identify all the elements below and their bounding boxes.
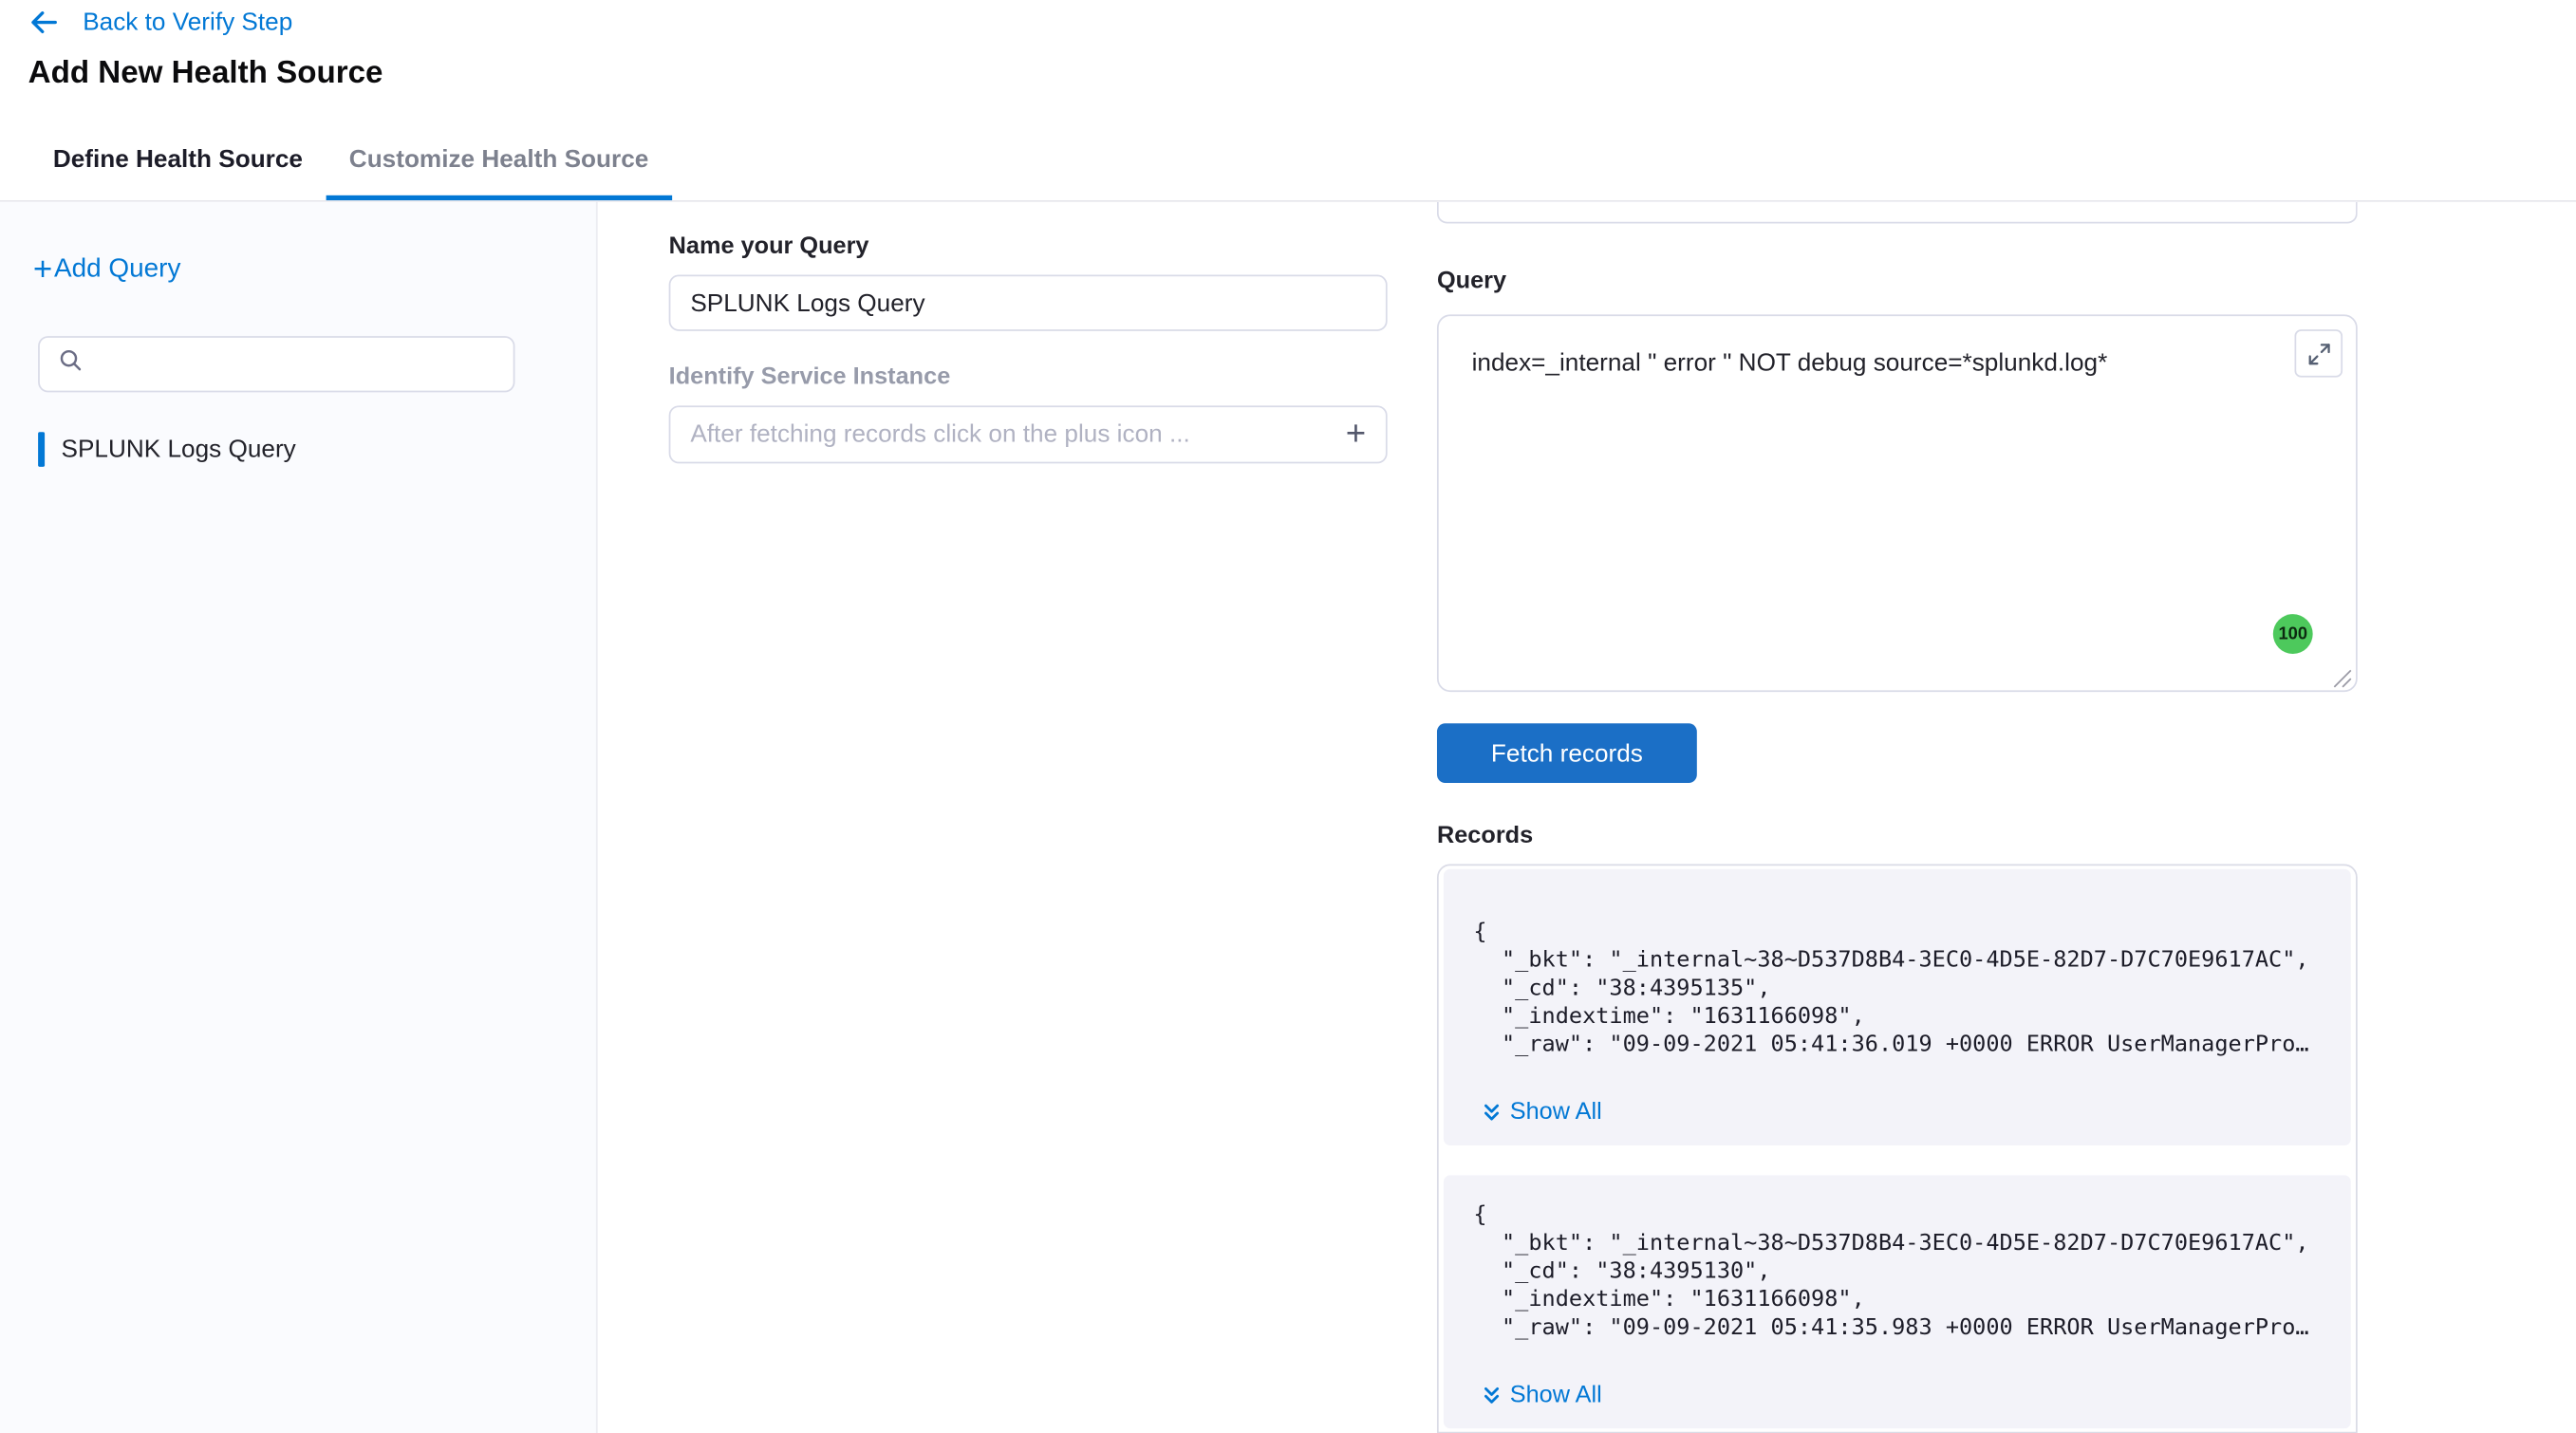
add-query-button[interactable]: + Add Query <box>33 253 181 287</box>
show-all-link[interactable]: Show All <box>1482 1099 2351 1126</box>
page-header: Back to Verify Step Add New Health Sourc… <box>0 0 2576 124</box>
show-all-link[interactable]: Show All <box>1482 1382 2351 1408</box>
json-line: "_cd": "38:4395130", <box>1444 1258 2351 1287</box>
app-window: Back to Verify Step Add New Health Sourc… <box>0 0 2576 1433</box>
add-query-label: Add Query <box>54 255 180 285</box>
back-to-verify[interactable]: Back to Verify Step <box>29 9 292 37</box>
back-arrow-icon[interactable] <box>29 9 58 37</box>
back-link[interactable]: Back to Verify Step <box>83 9 292 37</box>
double-chevron-down-icon <box>1482 1386 1502 1405</box>
record-json: { "_bkt": "_internal~38~D537D8B4-3EC0-4D… <box>1444 919 2351 1059</box>
fetch-records-button[interactable]: Fetch records <box>1437 723 1697 783</box>
tab-customize-health-source[interactable]: Customize Health Source <box>326 124 671 200</box>
json-line: "_cd": "38:4395135", <box>1444 975 2351 1003</box>
query-input[interactable]: index=_internal " error " NOT debug sour… <box>1472 347 2273 381</box>
records-label: Records <box>1437 823 1533 849</box>
selected-indicator <box>38 432 45 467</box>
tab-bar: Define Health Source Customize Health So… <box>0 124 2576 202</box>
show-all-label: Show All <box>1510 1382 1602 1408</box>
query-search <box>38 336 514 392</box>
add-health-source-page: Back to Verify Step Add New Health Sourc… <box>0 0 2576 1433</box>
add-service-instance-icon[interactable]: + <box>1336 418 1386 453</box>
plus-icon: + <box>33 253 52 287</box>
query-editor: index=_internal " error " NOT debug sour… <box>1437 314 2358 692</box>
record-json: { "_bkt": "_internal~38~D537D8B4-3EC0-4D… <box>1444 1201 2351 1342</box>
service-instance-field: + <box>669 405 1388 463</box>
sidebar-item-label: SPLUNK Logs Query <box>62 436 296 464</box>
records-panel: { "_bkt": "_internal~38~D537D8B4-3EC0-4D… <box>1437 864 2358 1433</box>
content-area: + Add Query SPLUNK Logs Query <box>0 202 2576 1433</box>
show-all-label: Show All <box>1510 1099 1602 1126</box>
record-card: { "_bkt": "_internal~38~D537D8B4-3EC0-4D… <box>1444 1175 2351 1428</box>
record-count-badge: 100 <box>2273 614 2313 654</box>
double-chevron-down-icon <box>1482 1103 1502 1123</box>
service-instance-input[interactable] <box>670 420 1335 449</box>
json-line: "_raw": "09-09-2021 05:41:35.983 +0000 E… <box>1444 1314 2351 1343</box>
page-title: Add New Health Source <box>28 56 383 92</box>
query-label: Query <box>1437 269 1506 295</box>
json-line: { <box>1444 1201 2351 1230</box>
partial-field[interactable] <box>1437 202 2358 224</box>
query-sidebar: + Add Query SPLUNK Logs Query <box>0 202 598 1433</box>
service-instance-label: Identify Service Instance <box>669 364 951 391</box>
search-input[interactable] <box>96 351 513 378</box>
json-line: "_raw": "09-09-2021 05:41:36.019 +0000 E… <box>1444 1032 2351 1060</box>
json-line: "_bkt": "_internal~38~D537D8B4-3EC0-4D5E… <box>1444 947 2351 976</box>
record-card: { "_bkt": "_internal~38~D537D8B4-3EC0-4D… <box>1444 869 2351 1145</box>
sidebar-item-query[interactable]: SPLUNK Logs Query <box>38 432 296 467</box>
json-line: "_bkt": "_internal~38~D537D8B4-3EC0-4D5E… <box>1444 1230 2351 1258</box>
query-name-input[interactable] <box>669 275 1388 331</box>
expand-icon[interactable] <box>2294 329 2343 378</box>
search-icon <box>58 347 83 381</box>
json-line: "_indextime": "1631166098", <box>1444 1286 2351 1314</box>
tab-define-health-source[interactable]: Define Health Source <box>29 124 326 200</box>
json-line: { <box>1444 919 2351 947</box>
resize-handle[interactable] <box>2333 667 2353 687</box>
name-query-label: Name your Query <box>669 233 869 260</box>
json-line: "_indextime": "1631166098", <box>1444 1003 2351 1032</box>
